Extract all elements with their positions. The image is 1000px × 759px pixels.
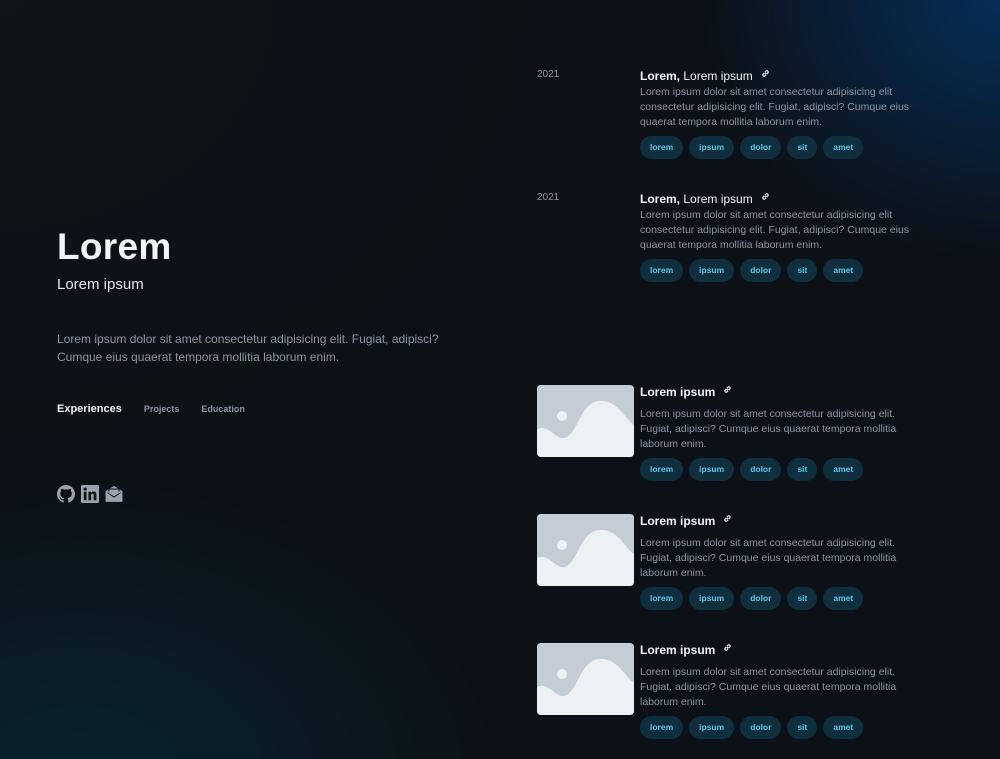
tag[interactable]: dolor — [740, 587, 782, 610]
linkedin-icon[interactable] — [81, 485, 99, 503]
tag-list: lorem ipsum dolor sit amet — [640, 587, 930, 610]
project-item: Lorem ipsum Lorem ipsum dolor sit amet c… — [537, 643, 927, 743]
tag[interactable]: sit — [787, 259, 818, 282]
experience-date: 2021 — [537, 192, 560, 203]
tag[interactable]: amet — [823, 587, 864, 610]
tag-list: lorem ipsum dolor sit amet — [640, 716, 930, 739]
tag[interactable]: ipsum — [689, 716, 735, 739]
tag[interactable]: ipsum — [689, 136, 735, 159]
tag[interactable]: sit — [787, 458, 818, 481]
experience-title-bold: Lorem, — [640, 69, 681, 83]
project-title[interactable]: Lorem ipsum — [640, 385, 930, 399]
experience-item: 2021 Lorem, Lorem ipsum Lorem ipsum dolo… — [537, 192, 927, 292]
tag[interactable]: ipsum — [689, 587, 735, 610]
tag[interactable]: dolor — [740, 458, 782, 481]
github-icon[interactable] — [57, 485, 75, 503]
profile-bio: Lorem ipsum dolor sit amet consectetur a… — [57, 332, 439, 364]
experience-date: 2021 — [537, 69, 560, 80]
nav-experiences[interactable]: Experiences — [57, 403, 122, 415]
project-description: Lorem ipsum dolor sit amet consectetur a… — [640, 408, 897, 450]
project-title-text: Lorem ipsum — [640, 643, 716, 657]
project-description: Lorem ipsum dolor sit amet consectetur a… — [640, 666, 897, 708]
experience-description: Lorem ipsum dolor sit amet consectetur a… — [640, 209, 910, 251]
tag[interactable]: amet — [823, 136, 864, 159]
experience-body: Lorem, Lorem ipsum Lorem ipsum dolor sit… — [640, 192, 930, 282]
tag[interactable]: dolor — [740, 716, 782, 739]
image-placeholder-icon — [537, 643, 634, 715]
tag[interactable]: amet — [823, 259, 864, 282]
nav-education[interactable]: Education — [201, 404, 245, 414]
experience-title-bold: Lorem, — [640, 192, 681, 206]
tag[interactable]: lorem — [640, 136, 684, 159]
tag[interactable]: lorem — [640, 716, 684, 739]
project-body: Lorem ipsum Lorem ipsum dolor sit amet c… — [640, 514, 930, 610]
profile-column: Lorem Lorem ipsum Lorem ipsum dolor sit … — [57, 0, 477, 759]
experience-title-rest: Lorem ipsum — [680, 69, 753, 83]
tag[interactable]: ipsum — [689, 458, 735, 481]
project-item: Lorem ipsum Lorem ipsum dolor sit amet c… — [537, 514, 927, 614]
link-icon[interactable] — [761, 69, 770, 78]
tag[interactable]: dolor — [740, 259, 782, 282]
experience-title[interactable]: Lorem, Lorem ipsum — [640, 69, 930, 83]
project-description: Lorem ipsum dolor sit amet consectetur a… — [640, 537, 897, 579]
project-body: Lorem ipsum Lorem ipsum dolor sit amet c… — [640, 385, 930, 481]
project-thumbnail[interactable] — [537, 643, 634, 715]
link-icon[interactable] — [761, 192, 770, 201]
tag[interactable]: sit — [787, 587, 818, 610]
tag[interactable]: amet — [823, 458, 864, 481]
project-title[interactable]: Lorem ipsum — [640, 643, 930, 657]
tag[interactable]: sit — [787, 136, 818, 159]
project-title-text: Lorem ipsum — [640, 385, 716, 399]
tag[interactable]: lorem — [640, 458, 684, 481]
image-placeholder-icon — [537, 385, 634, 457]
tag-list: lorem ipsum dolor sit amet — [640, 458, 930, 481]
link-icon[interactable] — [723, 385, 732, 394]
section-nav: Experiences Projects Education — [57, 403, 267, 415]
experience-item: 2021 Lorem, Lorem ipsum Lorem ipsum dolo… — [537, 69, 927, 169]
nav-projects[interactable]: Projects — [144, 404, 180, 414]
tag[interactable]: dolor — [740, 136, 782, 159]
social-links — [57, 485, 123, 503]
tag-list: lorem ipsum dolor sit amet — [640, 259, 930, 282]
project-body: Lorem ipsum Lorem ipsum dolor sit amet c… — [640, 643, 930, 739]
tag[interactable]: lorem — [640, 259, 684, 282]
project-item: Lorem ipsum Lorem ipsum dolor sit amet c… — [537, 385, 927, 485]
image-placeholder-icon — [537, 514, 634, 586]
mail-icon[interactable] — [105, 485, 123, 503]
tag[interactable]: sit — [787, 716, 818, 739]
project-thumbnail[interactable] — [537, 514, 634, 586]
tag[interactable]: amet — [823, 716, 864, 739]
link-icon[interactable] — [723, 514, 732, 523]
experience-description: Lorem ipsum dolor sit amet consectetur a… — [640, 86, 910, 128]
tag[interactable]: lorem — [640, 587, 684, 610]
experience-body: Lorem, Lorem ipsum Lorem ipsum dolor sit… — [640, 69, 930, 159]
tag[interactable]: ipsum — [689, 259, 735, 282]
experience-title-rest: Lorem ipsum — [680, 192, 753, 206]
experience-title[interactable]: Lorem, Lorem ipsum — [640, 192, 930, 206]
project-title-text: Lorem ipsum — [640, 514, 716, 528]
profile-role: Lorem ipsum — [57, 276, 144, 293]
tag-list: lorem ipsum dolor sit amet — [640, 136, 930, 159]
project-title[interactable]: Lorem ipsum — [640, 514, 930, 528]
project-thumbnail[interactable] — [537, 385, 634, 457]
profile-name: Lorem — [57, 226, 172, 267]
link-icon[interactable] — [723, 643, 732, 652]
